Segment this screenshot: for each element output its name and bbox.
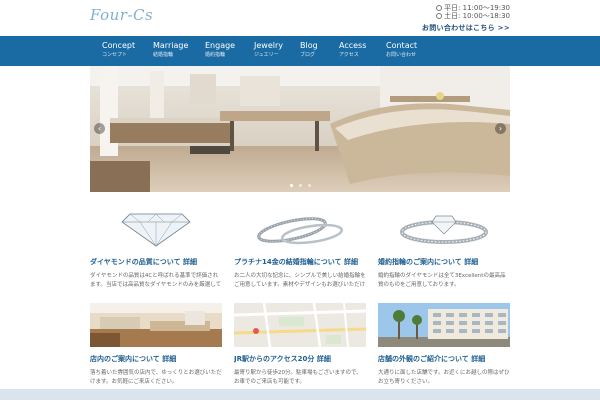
slider-dot[interactable]: [289, 184, 293, 187]
slider-pagination: [90, 184, 510, 187]
slider-next-button[interactable]: ›: [495, 123, 506, 134]
engagement-ring-image: [378, 206, 510, 250]
nav-label: Jewelry: [254, 41, 283, 50]
card-title[interactable]: プラチナ14金の結婚指輪について 詳細: [234, 257, 366, 267]
nav-sublabel: 婚約指輪: [205, 52, 226, 58]
card-thumbnail: [378, 206, 510, 250]
nav-item-blog[interactable]: Blog ブログ: [300, 41, 318, 59]
nav-item-marriage[interactable]: Marriage 結婚指輪: [153, 41, 188, 59]
nav-label: Concept: [102, 41, 136, 50]
card-access-map[interactable]: JR駅からのアクセス20分 詳細 最寄り駅から徒歩20分。駐車場もございますので…: [234, 303, 366, 387]
hero-slider[interactable]: ‹ ›: [90, 66, 510, 192]
hours-weekend-text: 土日: 10:00～18:30: [444, 12, 510, 20]
nav-item-concept[interactable]: Concept コンセプト: [102, 41, 135, 59]
main-nav: Concept コンセプト Marriage 結婚指輪 Engage 婚約指輪 Jew…: [0, 36, 600, 66]
card-description: 落ち着いた雰囲気の店内で、ゆっくりとお選びいただけます。お気軽にご来店ください。: [90, 370, 222, 385]
card-title[interactable]: 店舗の外観のご紹介について 詳細: [378, 354, 510, 364]
nav-sublabel: お問い合わせ: [386, 52, 417, 58]
contact-link[interactable]: お問い合わせはこちら >>: [422, 23, 510, 33]
hours-weekday-text: 平日: 11:00～19:30: [444, 4, 510, 12]
nav-sublabel: 結婚指輪: [153, 52, 174, 58]
card-diamond[interactable]: ダイヤモンドの品質について 詳細 ダイヤモンドの品質は4Cと呼ばれる基準で評価さ…: [90, 206, 222, 290]
hours-row-weekday: 平日: 11:00～19:30: [436, 4, 510, 12]
card-description: 大通りに面した店舗です。お近くにお越しの際はぜひお立ち寄りください。: [378, 370, 510, 385]
footer-strip: [0, 389, 600, 400]
nav-label: Marriage: [153, 41, 189, 50]
slider-prev-button[interactable]: ‹: [94, 123, 105, 134]
diamond-image: [90, 206, 222, 250]
exterior-photo: [378, 303, 510, 347]
clock-icon: [436, 13, 443, 19]
card-thumbnail: [234, 206, 366, 250]
card-exterior[interactable]: 店舗の外観のご紹介について 詳細 大通りに面した店舗です。お近くにお越しの際はぜ…: [378, 303, 510, 387]
site-logo[interactable]: Four-Cs: [90, 6, 153, 24]
nav-item-jewelry[interactable]: Jewelry ジュエリー: [254, 41, 283, 59]
map-pin-icon: [253, 328, 259, 334]
nav-item-engage[interactable]: Engage 婚約指輪: [205, 41, 235, 59]
card-description: お二人の大切な記念に、シンプルで美しい結婚指輪をご用意しています。素材やデザイン…: [234, 273, 366, 288]
store-photo: [90, 303, 222, 347]
nav-label: Contact: [386, 41, 418, 50]
page: Four-Cs 平日: 11:00～19:30 土日: 10:00～18:30 …: [0, 0, 600, 400]
slider-dot[interactable]: [307, 184, 311, 187]
card-thumbnail: [234, 303, 366, 347]
card-thumbnail: [90, 303, 222, 347]
card-thumbnail: [378, 303, 510, 347]
nav-label: Access: [339, 41, 367, 50]
store-interior-photo: [90, 66, 510, 192]
card-title[interactable]: JR駅からのアクセス20分 詳細: [234, 354, 366, 364]
card-title[interactable]: ダイヤモンドの品質について 詳細: [90, 257, 222, 267]
map-image: [234, 303, 366, 347]
card-thumbnail: [90, 206, 222, 250]
slider-dot[interactable]: [298, 184, 302, 187]
card-description: 婚約指輪のダイヤモンドは全て3Excellentの最高品質のものをご用意しており…: [378, 273, 506, 288]
opening-hours: 平日: 11:00～19:30 土日: 10:00～18:30: [436, 4, 510, 20]
card-engagement-ring[interactable]: 婚約指輪のご案内について 詳細 婚約指輪のダイヤモンドは全て3Excellent…: [378, 206, 510, 290]
nav-item-contact[interactable]: Contact お問い合わせ: [386, 41, 417, 59]
clock-icon: [436, 5, 443, 11]
nav-item-access[interactable]: Access アクセス: [339, 41, 366, 59]
nav-sublabel: アクセス: [339, 52, 359, 58]
nav-label: Engage: [205, 41, 236, 50]
card-description: 最寄り駅から徒歩20分。駐車場もございますので、お車でのご来店も可能です。: [234, 370, 362, 385]
nav-sublabel: ジュエリー: [254, 52, 279, 58]
nav-label: Blog: [300, 41, 318, 50]
nav-sublabel: ブログ: [300, 52, 316, 58]
card-title[interactable]: 店内のご案内について 詳細: [90, 354, 222, 364]
hours-row-weekend: 土日: 10:00～18:30: [436, 12, 510, 20]
card-store[interactable]: 店内のご案内について 詳細 落ち着いた雰囲気の店内で、ゆっくりとお選びいただけま…: [90, 303, 222, 387]
card-wedding-rings[interactable]: プラチナ14金の結婚指輪について 詳細 お二人の大切な記念に、シンプルで美しい結…: [234, 206, 366, 290]
wedding-rings-image: [234, 206, 366, 250]
nav-sublabel: コンセプト: [102, 52, 128, 58]
card-title[interactable]: 婚約指輪のご案内について 詳細: [378, 257, 510, 267]
card-description: ダイヤモンドの品質は4Cと呼ばれる基準で評価されます。当店では高品質なダイヤモン…: [90, 273, 222, 288]
